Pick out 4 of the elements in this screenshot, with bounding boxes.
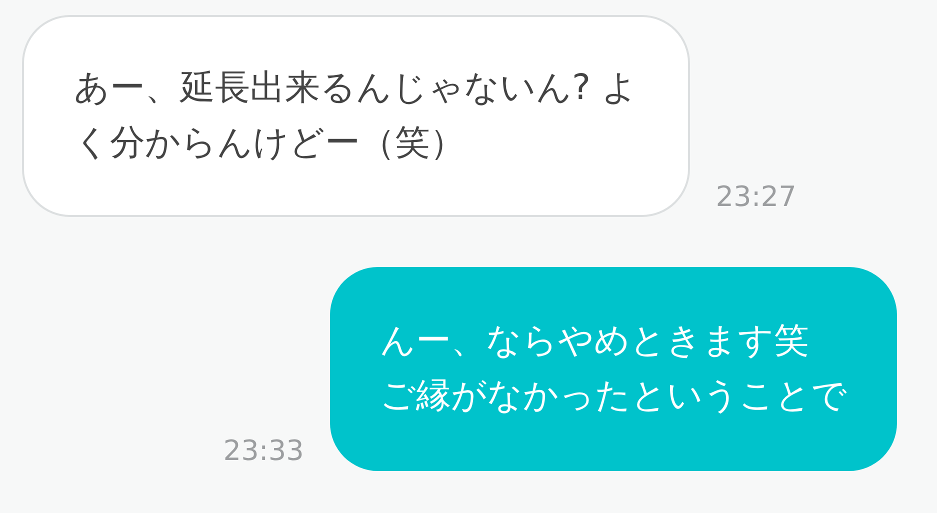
message-time: 23:27 — [716, 180, 796, 215]
sent-message-bubble: んー、ならやめときます笑 ご縁がなかったということで — [330, 267, 897, 471]
received-message-bubble: あー、延長出来るんじゃないん? よ く分からんけどー（笑） — [22, 15, 690, 217]
message-time: 23:33 — [223, 434, 304, 469]
